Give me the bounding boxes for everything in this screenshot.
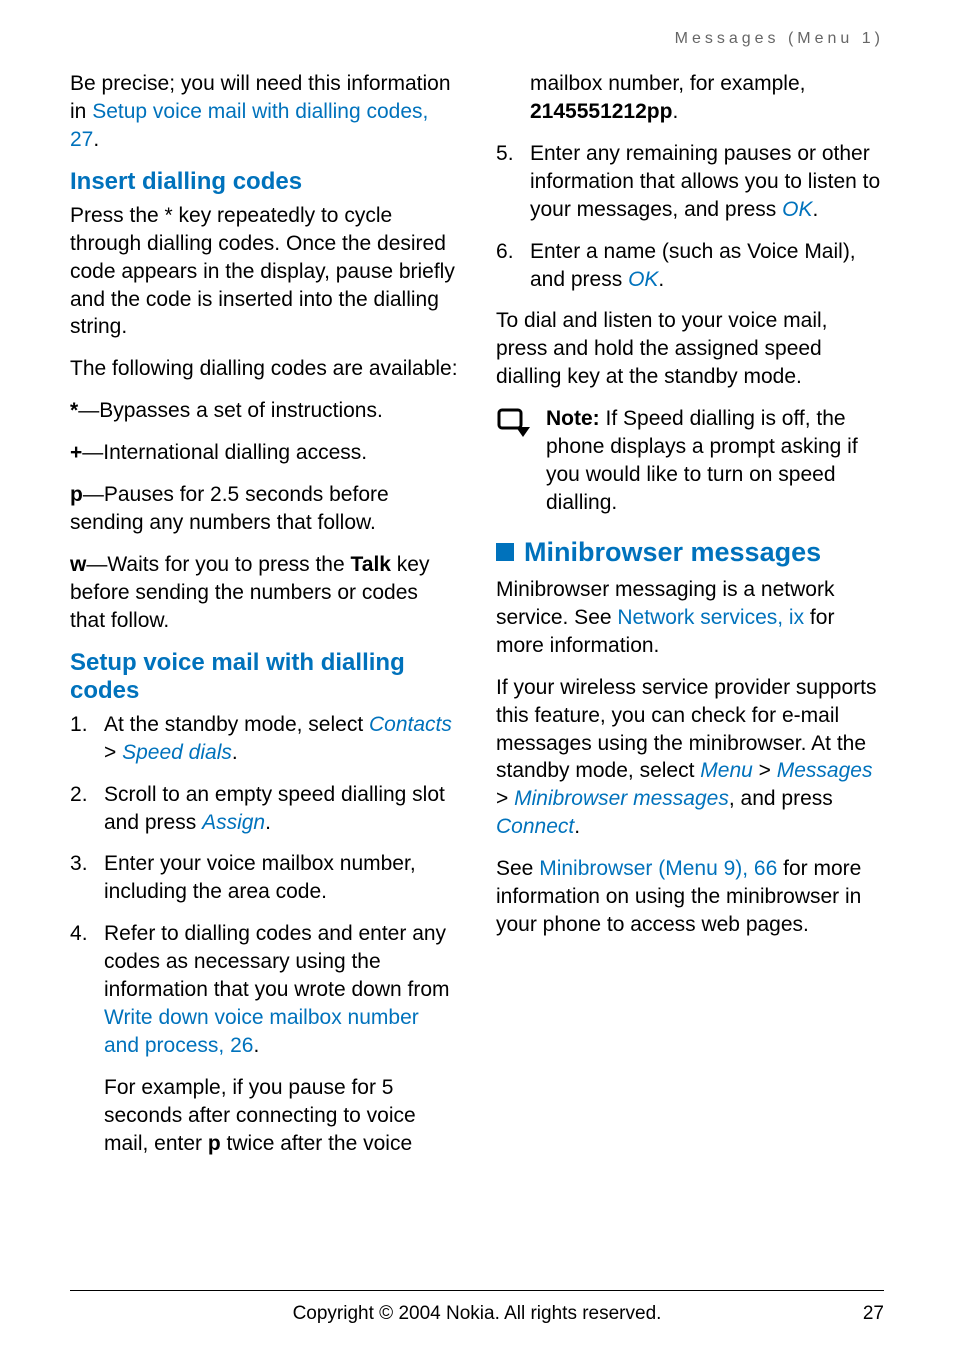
- text: Scroll to an empty speed dialling slot a…: [104, 783, 445, 834]
- ui-label: OK: [628, 268, 658, 291]
- text: .: [812, 198, 818, 221]
- body-text: See Minibrowser (Menu 9), 66 for more in…: [496, 855, 884, 939]
- text: .: [93, 128, 99, 151]
- body-text: Minibrowser messaging is a network servi…: [496, 576, 884, 660]
- text: .: [232, 741, 238, 764]
- list-item: Refer to dialling codes and enter any co…: [70, 920, 458, 1060]
- two-column-layout: Be precise; you will need this informati…: [70, 70, 884, 1172]
- symbol: *: [70, 399, 78, 422]
- text: mailbox number, for example,: [530, 72, 805, 95]
- code-plus: +—International dialling access.: [70, 439, 458, 467]
- text: —Waits for you to press the: [86, 553, 350, 576]
- text: Enter your voice mailbox number, includi…: [104, 852, 416, 903]
- symbol: p: [208, 1132, 221, 1155]
- section-square-icon: [496, 543, 514, 561]
- text: Enter a name (such as Voice Mail), and p…: [530, 240, 856, 291]
- running-header: Messages (Menu 1): [70, 30, 884, 48]
- left-column: Be precise; you will need this informati…: [70, 70, 458, 1172]
- right-column: mailbox number, for example, 2145551212p…: [496, 70, 884, 1172]
- list-item: Enter any remaining pauses or other info…: [496, 140, 884, 224]
- code-w: w—Waits for you to press the Talk key be…: [70, 551, 458, 635]
- text: .: [253, 1034, 259, 1057]
- link-minibrowser-menu9[interactable]: Minibrowser (Menu 9), 66: [539, 857, 777, 880]
- text: .: [658, 268, 664, 291]
- heading-minibrowser-messages: Minibrowser messages: [496, 537, 884, 568]
- link-setup-voice-mail[interactable]: Setup voice mail with dialling codes, 27: [70, 100, 428, 151]
- list-item: At the standby mode, select Contacts > S…: [70, 711, 458, 767]
- code-p: p—Pauses for 2.5 seconds before sending …: [70, 481, 458, 537]
- heading-setup-voice-mail: Setup voice mail with dialling codes: [70, 649, 458, 705]
- body-text: Press the * key repeatedly to cycle thro…: [70, 202, 458, 342]
- intro-paragraph: Be precise; you will need this informati…: [70, 70, 458, 154]
- text: At the standby mode, select: [104, 713, 369, 736]
- ui-label: Minibrowser messages: [514, 787, 729, 810]
- step4-continuation: mailbox number, for example, 2145551212p…: [496, 70, 884, 126]
- setup-steps-list: At the standby mode, select Contacts > S…: [70, 711, 458, 1060]
- ui-label: Menu: [700, 759, 753, 782]
- text: twice after the voice: [221, 1132, 412, 1155]
- page-number: 27: [824, 1303, 884, 1325]
- text: >: [104, 741, 122, 764]
- symbol: +: [70, 441, 82, 464]
- text: —Bypasses a set of instructions.: [78, 399, 383, 422]
- text: >: [496, 787, 514, 810]
- footer-rule: [70, 1290, 884, 1291]
- symbol: w: [70, 553, 86, 576]
- text: , and press: [729, 787, 833, 810]
- body-text: To dial and listen to your voice mail, p…: [496, 307, 884, 391]
- list-item: Enter your voice mailbox number, includi…: [70, 850, 458, 906]
- heading-insert-dialling-codes: Insert dialling codes: [70, 168, 458, 196]
- ui-label: OK: [782, 198, 812, 221]
- list-item: Scroll to an empty speed dialling slot a…: [70, 781, 458, 837]
- note-label: Note:: [546, 407, 600, 430]
- ui-label: Messages: [777, 759, 873, 782]
- list-item: Enter a name (such as Voice Mail), and p…: [496, 238, 884, 294]
- copyright-text: Copyright © 2004 Nokia. All rights reser…: [130, 1303, 824, 1325]
- ui-label: Assign: [202, 811, 265, 834]
- body-text: The following dialling codes are availab…: [70, 355, 458, 383]
- symbol: p: [70, 483, 83, 506]
- example-number: 2145551212pp: [530, 100, 672, 123]
- note-icon: [496, 407, 532, 517]
- body-text: If your wireless service provider suppor…: [496, 674, 884, 842]
- heading-text: Minibrowser messages: [524, 537, 821, 568]
- step4-subtext: For example, if you pause for 5 seconds …: [70, 1074, 458, 1158]
- text: —Pauses for 2.5 seconds before sending a…: [70, 483, 389, 534]
- text: >: [753, 759, 777, 782]
- text: Refer to dialling codes and enter any co…: [104, 922, 450, 1001]
- note-text: Note: If Speed dialling is off, the phon…: [546, 405, 884, 517]
- code-star: *—Bypasses a set of instructions.: [70, 397, 458, 425]
- note-block: Note: If Speed dialling is off, the phon…: [496, 405, 884, 517]
- ui-label: Contacts: [369, 713, 452, 736]
- setup-steps-list-cont: Enter any remaining pauses or other info…: [496, 140, 884, 294]
- link-network-services[interactable]: Network services, ix: [617, 606, 804, 629]
- text: .: [265, 811, 271, 834]
- text: .: [672, 100, 678, 123]
- text: .: [574, 815, 580, 838]
- text: See: [496, 857, 539, 880]
- key-name: Talk: [351, 553, 391, 576]
- ui-label: Connect: [496, 815, 574, 838]
- link-write-down[interactable]: Write down voice mailbox number and proc…: [104, 1006, 419, 1057]
- text: —International dialling access.: [82, 441, 367, 464]
- text: Enter any remaining pauses or other info…: [530, 142, 880, 221]
- ui-label: Speed dials: [122, 741, 232, 764]
- page-footer: Copyright © 2004 Nokia. All rights reser…: [0, 1303, 954, 1325]
